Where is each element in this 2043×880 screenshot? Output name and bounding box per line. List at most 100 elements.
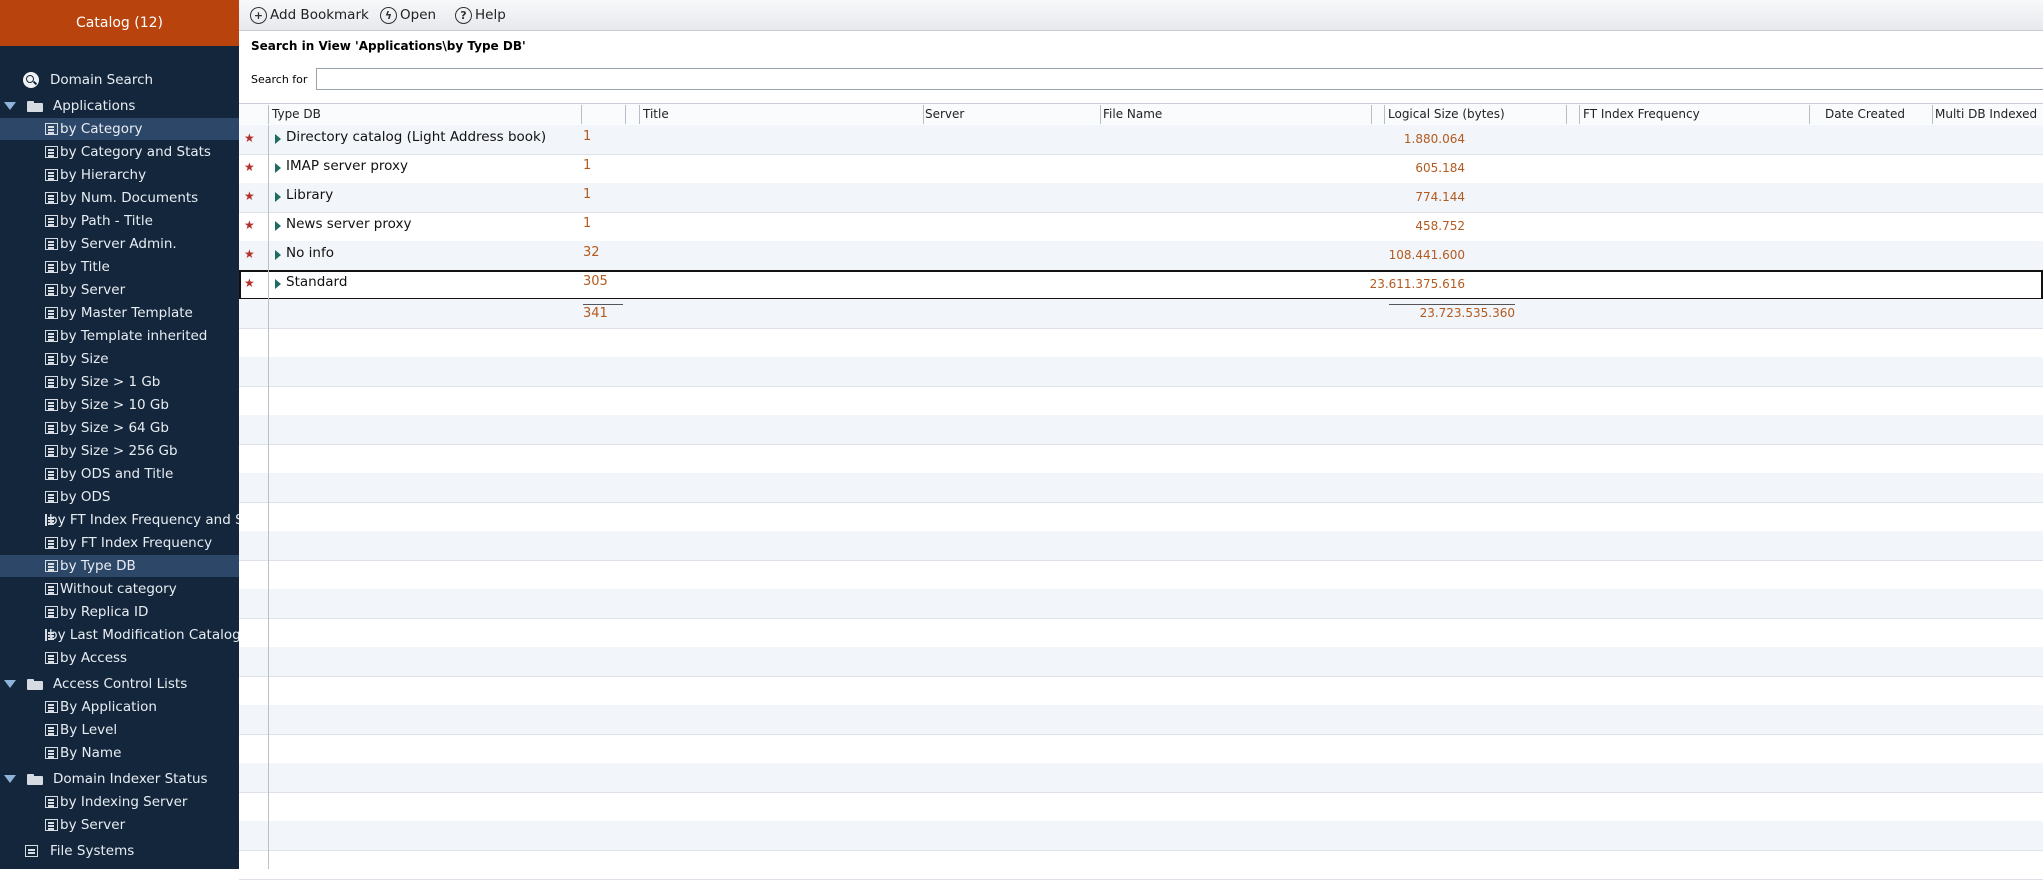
column-separator[interactable] <box>1579 105 1580 124</box>
column-separator[interactable] <box>923 105 924 124</box>
nav-item-label: by Path - Title <box>60 213 153 229</box>
column-separator[interactable] <box>1932 105 1933 124</box>
nav-view-item[interactable]: by Path - Title <box>0 210 239 232</box>
nav-view-item[interactable]: by ODS and Title <box>0 463 239 485</box>
collapse-triangle-icon[interactable] <box>4 680 16 688</box>
nav-view-item[interactable]: By Application <box>0 696 239 718</box>
collapse-triangle-icon[interactable] <box>4 102 16 110</box>
nav-view-item[interactable]: Without category <box>0 578 239 600</box>
nav-view-item[interactable]: by Category <box>0 118 239 140</box>
category-row[interactable]: ★ Library 1 774.144 <box>239 183 2043 213</box>
nav-group-applications[interactable]: Applications <box>0 95 239 117</box>
nav-group-access-control-lists[interactable]: Access Control Lists <box>0 673 239 695</box>
nav-view-item[interactable]: by Access <box>0 647 239 669</box>
column-header-multi-db-indexed[interactable]: Multi DB Indexed <box>1935 107 2037 121</box>
column-separator[interactable] <box>625 105 626 124</box>
logical-size: 774.144 <box>1415 190 1465 204</box>
view-icon <box>45 629 54 641</box>
column-header-title[interactable]: Title <box>643 107 669 121</box>
column-separator[interactable] <box>1566 105 1567 124</box>
view-icon <box>45 169 58 181</box>
column-header-date-created[interactable]: Date Created <box>1825 107 1905 121</box>
help-label: Help <box>475 7 506 23</box>
expand-twistie-icon[interactable] <box>275 221 281 231</box>
column-separator[interactable] <box>639 105 640 124</box>
category-label: IMAP server proxy <box>286 158 408 174</box>
nav-group-label: Access Control Lists <box>53 676 188 692</box>
collapse-triangle-icon[interactable] <box>4 775 16 783</box>
catalog-header-label: Catalog (12) <box>76 15 163 31</box>
nav-view-item[interactable]: by Size <box>0 348 239 370</box>
column-separator[interactable] <box>581 105 582 124</box>
nav-item-label: by Num. Documents <box>60 190 199 206</box>
nav-view-item[interactable]: by Server <box>0 279 239 301</box>
nav-view-item[interactable]: by Server Admin. <box>0 233 239 255</box>
nav-view-item[interactable]: by Template inherited <box>0 325 239 347</box>
nav-item-label: by Last Modification Catalog <box>49 627 239 643</box>
nav-view-item[interactable]: by Indexing Server <box>0 791 239 813</box>
category-row[interactable]: ★ News server proxy 1 458.752 <box>239 212 2043 242</box>
column-header-ft-index-frequency[interactable]: FT Index Frequency <box>1583 107 1700 121</box>
document-count: 1 <box>583 129 592 144</box>
add-bookmark-button[interactable]: + Add Bookmark <box>250 4 369 26</box>
nav-view-item[interactable]: by Size > 1 Gb <box>0 371 239 393</box>
star-icon: ★ <box>244 131 255 145</box>
category-row[interactable]: ★ Standard 305 23.611.375.616 <box>239 270 2043 300</box>
nav-item-label: by Category <box>60 121 143 137</box>
catalog-header[interactable]: Catalog (12) <box>0 0 239 46</box>
column-header-logical-size[interactable]: Logical Size (bytes) <box>1388 107 1505 121</box>
help-button[interactable]: ? Help <box>455 4 506 26</box>
nav-view-item[interactable]: by Category and Stats <box>0 141 239 163</box>
expand-twistie-icon[interactable] <box>275 134 281 144</box>
search-input[interactable] <box>316 68 2043 90</box>
nav-view-item[interactable]: By Name <box>0 742 239 764</box>
logical-size: 1.880.064 <box>1403 132 1465 146</box>
nav-view-item[interactable]: by ODS <box>0 486 239 508</box>
empty-row <box>239 531 2043 561</box>
nav-group-domain-indexer-status[interactable]: Domain Indexer Status <box>0 768 239 790</box>
nav-view-item[interactable]: by FT Index Frequency <box>0 532 239 554</box>
column-separator[interactable] <box>1100 105 1101 124</box>
nav-view-item[interactable]: by Num. Documents <box>0 187 239 209</box>
folder-icon <box>27 773 43 785</box>
nav-label: File Systems <box>50 843 135 859</box>
nav-item-label: by Title <box>60 259 110 275</box>
view-icon <box>45 537 58 549</box>
expand-twistie-icon[interactable] <box>275 192 281 202</box>
column-separator[interactable] <box>1809 105 1810 124</box>
view-icon <box>45 284 58 296</box>
open-button[interactable]: ϟ Open <box>380 4 436 26</box>
category-row[interactable]: ★ No info 32 108.441.600 <box>239 241 2043 271</box>
nav-view-item[interactable]: by FT Index Frequency and Size <box>0 509 239 531</box>
expand-twistie-icon[interactable] <box>275 279 281 289</box>
expand-twistie-icon[interactable] <box>275 250 281 260</box>
column-header-file-name[interactable]: File Name <box>1103 107 1162 121</box>
nav-view-item[interactable]: by Size > 256 Gb <box>0 440 239 462</box>
nav-view-item[interactable]: By Level <box>0 719 239 741</box>
column-separator[interactable] <box>268 105 269 124</box>
nav-view-item[interactable]: by Size > 10 Gb <box>0 394 239 416</box>
nav-view-item[interactable]: by Replica ID <box>0 601 239 623</box>
category-label: No info <box>286 245 334 261</box>
nav-view-item[interactable]: by Last Modification Catalog <box>0 624 239 646</box>
nav-view-item[interactable]: by Master Template <box>0 302 239 324</box>
nav-domain-search[interactable]: Domain Search <box>0 69 239 91</box>
nav-view-item[interactable]: by Type DB <box>0 555 239 577</box>
nav-view-item[interactable]: by Hierarchy <box>0 164 239 186</box>
category-row[interactable]: ★ IMAP server proxy 1 605.184 <box>239 154 2043 184</box>
column-separator[interactable] <box>1371 105 1372 124</box>
column-header-server[interactable]: Server <box>925 107 964 121</box>
column-header-type-db[interactable]: Type DB <box>272 107 321 121</box>
expand-twistie-icon[interactable] <box>275 163 281 173</box>
empty-row <box>239 357 2043 387</box>
document-count: 1 <box>583 216 592 231</box>
document-count: 1 <box>583 187 592 202</box>
category-row[interactable]: ★ Directory catalog (Light Address book) 1… <box>239 125 2043 155</box>
empty-row <box>239 821 2043 851</box>
nav-item-label: By Application <box>60 699 157 715</box>
column-separator[interactable] <box>1384 105 1385 124</box>
nav-file-systems[interactable]: File Systems <box>0 840 239 862</box>
nav-view-item[interactable]: by Server <box>0 814 239 836</box>
nav-view-item[interactable]: by Size > 64 Gb <box>0 417 239 439</box>
nav-view-item[interactable]: by Title <box>0 256 239 278</box>
